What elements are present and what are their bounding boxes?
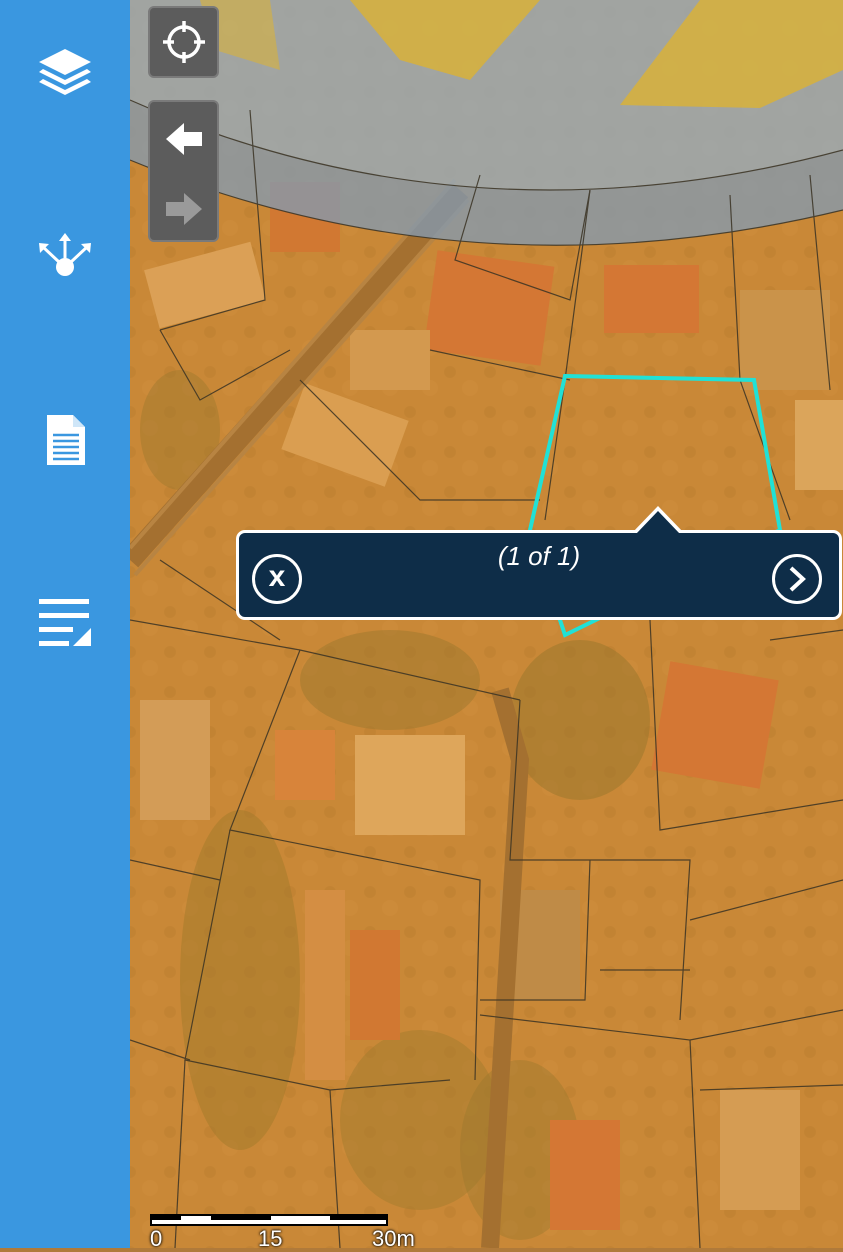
list-edit-icon — [39, 599, 91, 646]
forward-button[interactable] — [150, 184, 217, 234]
share-network-icon — [39, 233, 91, 276]
layers-icon — [39, 49, 91, 95]
chevron-right-icon — [789, 566, 806, 592]
share-button[interactable] — [0, 200, 130, 310]
scale-label-end: 30m — [372, 1226, 415, 1251]
popup-pointer-inner — [636, 511, 680, 534]
locate-button[interactable] — [148, 6, 219, 78]
forward-arrow-icon — [165, 193, 202, 225]
sidebar — [0, 0, 130, 1248]
back-arrow-icon — [165, 123, 202, 155]
document-icon — [47, 415, 85, 465]
next-feature-button[interactable] — [772, 554, 822, 604]
document-button[interactable] — [0, 385, 130, 495]
locate-icon — [162, 21, 205, 63]
feature-popup: (1 of 1) x — [236, 530, 842, 620]
popup-count: (1 of 1) — [497, 541, 581, 571]
history-controls — [148, 100, 219, 242]
scale-label-start: 0 — [150, 1226, 163, 1251]
layers-button[interactable] — [0, 18, 130, 128]
scale-label-mid: 15 — [258, 1226, 283, 1251]
back-button[interactable] — [150, 114, 217, 164]
list-edit-button[interactable] — [0, 566, 130, 676]
map-canvas[interactable] — [130, 0, 843, 1248]
scale-bar: 0 15 30m — [150, 1214, 415, 1251]
close-popup-button[interactable]: x — [252, 554, 302, 604]
map-imagery — [130, 0, 843, 1248]
close-icon: x — [268, 560, 286, 593]
